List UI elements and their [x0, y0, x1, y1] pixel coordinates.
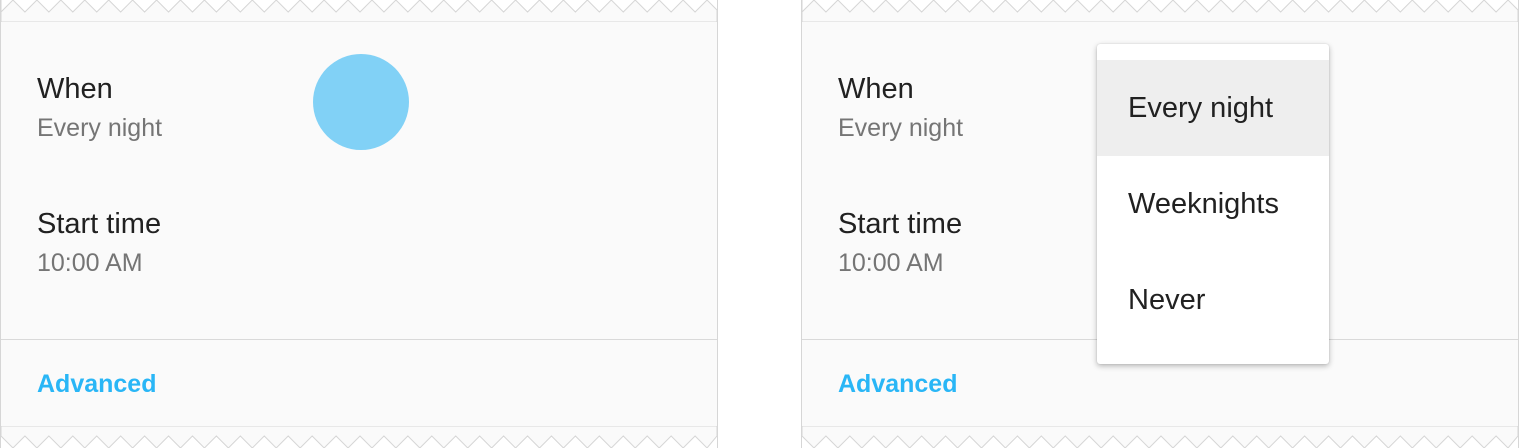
start-time-value: 10:00 AM: [838, 249, 944, 277]
torn-edge-top: [1, 0, 717, 22]
when-setting[interactable]: When Every night: [37, 72, 162, 143]
when-value: Every night: [838, 114, 964, 142]
when-setting[interactable]: When Every night: [838, 72, 963, 143]
torn-edge-top: [802, 0, 1518, 22]
torn-edge-bottom: [802, 426, 1518, 448]
when-dropdown-menu: Every night Weeknights Never: [1097, 44, 1329, 364]
start-time-title: Start time: [838, 208, 963, 240]
torn-edge-bottom: [1, 426, 717, 448]
settings-panel-left: When Every night Start time 10:00 AM Adv…: [0, 0, 718, 448]
settings-panel-right: When Every night Start time 10:00 AM Adv…: [801, 0, 1519, 448]
advanced-link[interactable]: Advanced: [37, 369, 156, 399]
start-time-value: 10:00 AM: [37, 249, 143, 277]
touch-indicator: [313, 54, 409, 150]
divider: [1, 339, 717, 340]
when-value: Every night: [37, 114, 163, 142]
advanced-link[interactable]: Advanced: [838, 369, 957, 399]
start-time-setting[interactable]: Start time 10:00 AM: [37, 207, 161, 278]
menu-item-weeknights[interactable]: Weeknights: [1097, 156, 1329, 252]
menu-item-every-night[interactable]: Every night: [1097, 60, 1329, 156]
when-title: When: [37, 73, 113, 105]
when-title: When: [838, 73, 914, 105]
menu-item-never[interactable]: Never: [1097, 252, 1329, 348]
start-time-title: Start time: [37, 208, 162, 240]
start-time-setting[interactable]: Start time 10:00 AM: [838, 207, 962, 278]
